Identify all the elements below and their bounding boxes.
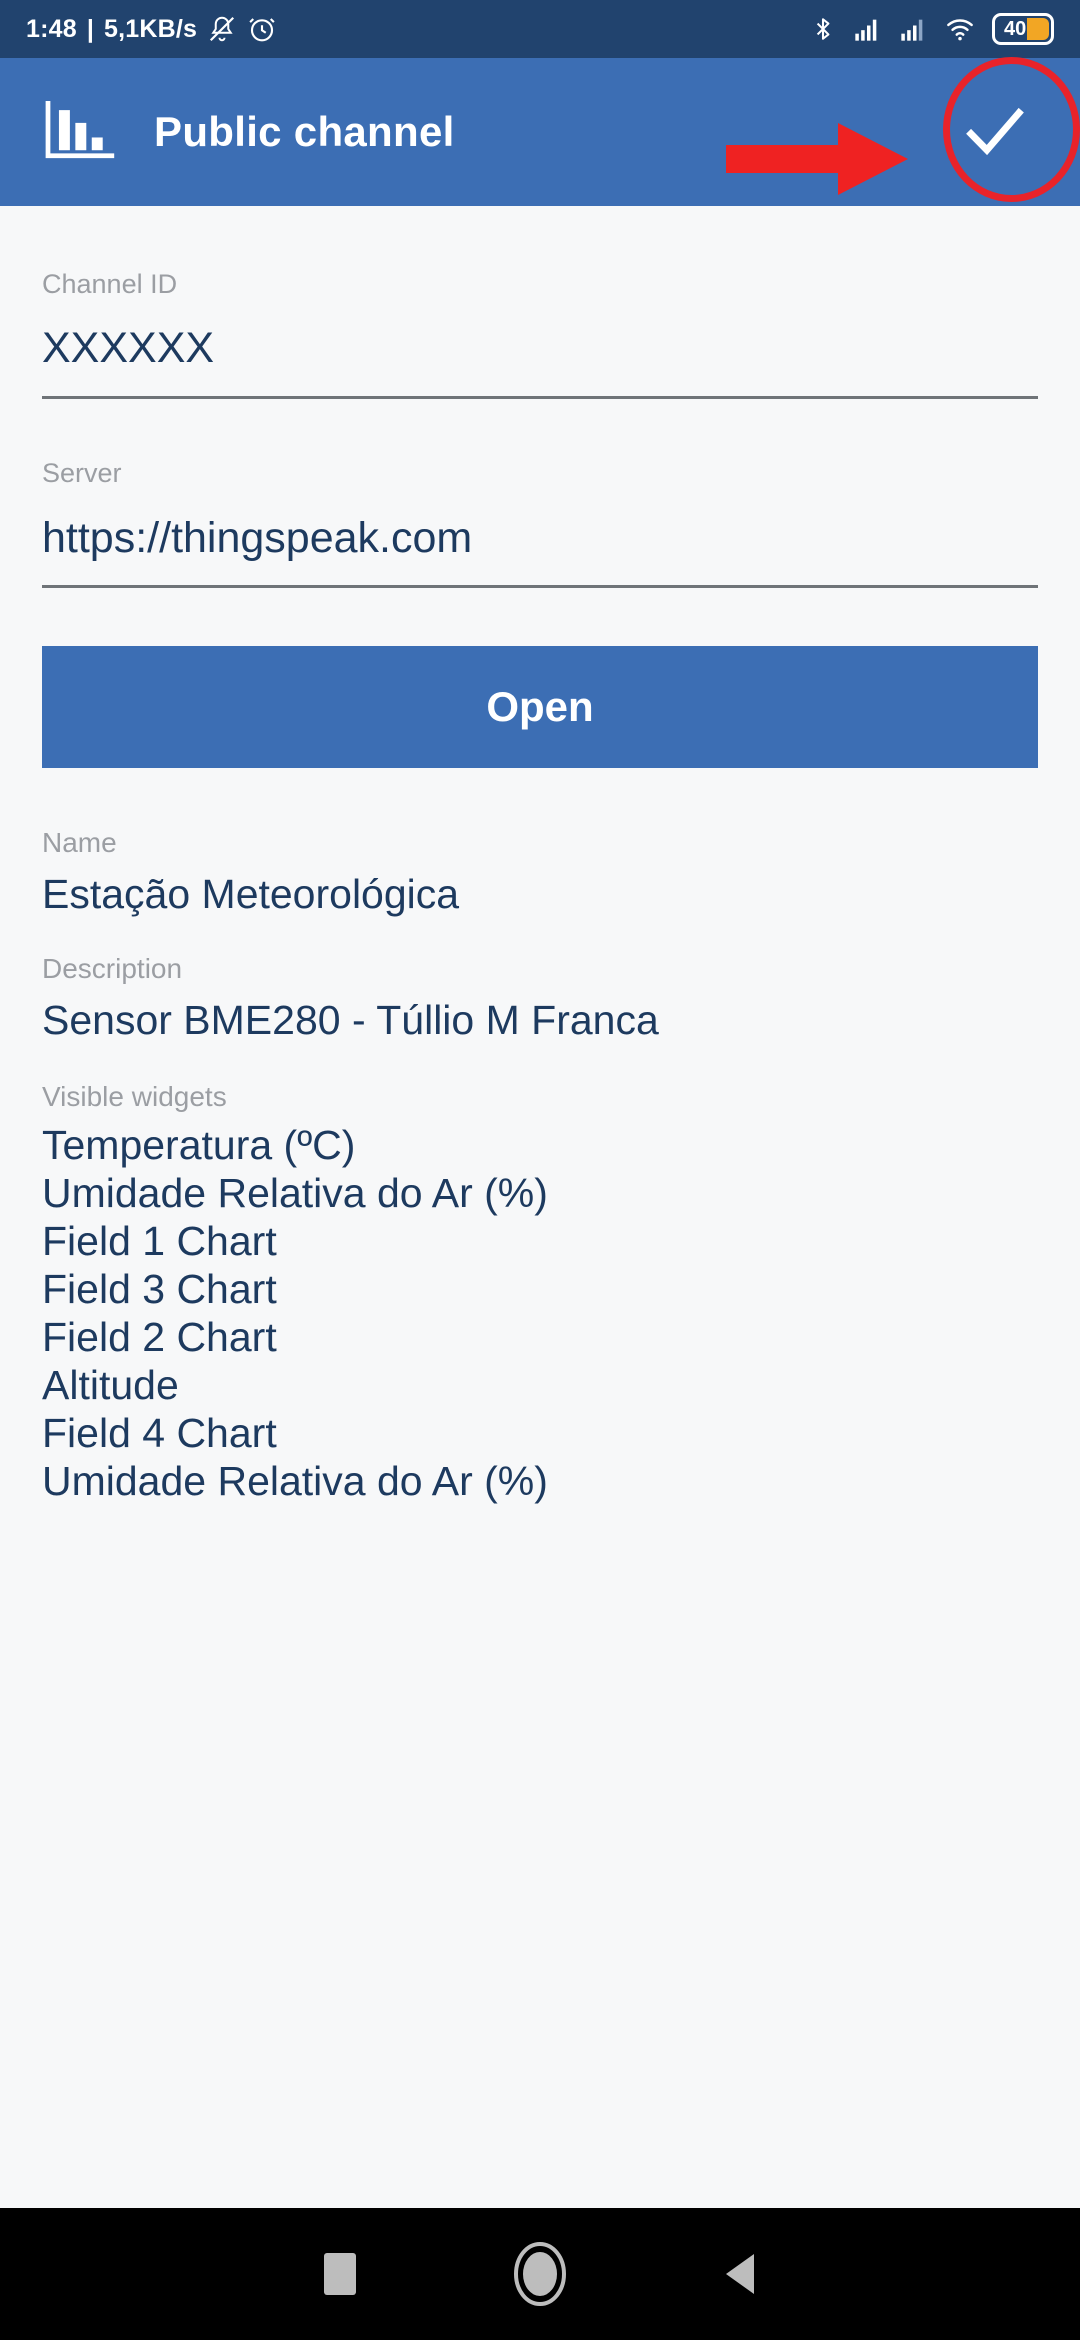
bluetooth-icon xyxy=(810,14,836,44)
visible-widgets-label: Visible widgets xyxy=(42,1080,1038,1114)
status-bar-network-speed: 5,1KB/s xyxy=(104,17,197,42)
square-recents-icon xyxy=(324,2253,356,2295)
channel-description-value: Sensor BME280 - Túllio M Franca xyxy=(42,986,1038,1046)
triangle-back-icon xyxy=(720,2250,760,2298)
list-item: Altitude xyxy=(42,1363,1038,1408)
nav-back-button[interactable] xyxy=(640,2208,840,2340)
status-bar-left: 1:48 | 5,1KB/s xyxy=(26,14,277,44)
list-item: Temperatura (ºC) xyxy=(42,1123,1038,1168)
battery-fill xyxy=(1027,18,1049,40)
nav-recents-button[interactable] xyxy=(240,2208,440,2340)
channel-description-block: Description Sensor BME280 - Túllio M Fra… xyxy=(42,920,1038,1046)
signal-sim2-icon xyxy=(898,15,928,43)
battery-indicator: 40 xyxy=(992,13,1054,45)
main-content: Channel ID XXXXXX Server https://thingsp… xyxy=(0,206,1080,2208)
status-bar: 1:48 | 5,1KB/s xyxy=(0,0,1080,58)
channel-id-label: Channel ID xyxy=(42,268,1038,300)
phone-screen: 1:48 | 5,1KB/s xyxy=(0,0,1080,2340)
list-item: Umidade Relativa do Ar (%) xyxy=(42,1171,1038,1216)
channel-name-value: Estação Meteorológica xyxy=(42,860,1038,920)
visible-widgets-list: Temperatura (ºC) Umidade Relativa do Ar … xyxy=(42,1114,1038,1504)
list-item: Field 4 Chart xyxy=(42,1411,1038,1456)
list-item: Field 2 Chart xyxy=(42,1315,1038,1360)
status-bar-separator: | xyxy=(87,17,94,42)
status-bar-right: 40 xyxy=(810,13,1054,45)
channel-name-block: Name Estação Meteorológica xyxy=(42,768,1038,920)
annotation-arrow-icon xyxy=(726,123,908,195)
app-bar: Public channel xyxy=(0,58,1080,206)
nav-home-button[interactable] xyxy=(440,2208,640,2340)
system-navigation-bar xyxy=(0,2208,1080,2340)
channel-id-input[interactable]: XXXXXX xyxy=(42,300,1038,376)
visible-widgets-block: Visible widgets Temperatura (ºC) Umidade… xyxy=(42,1046,1038,1504)
channel-description-label: Description xyxy=(42,952,1038,986)
list-item: Field 3 Chart xyxy=(42,1267,1038,1312)
signal-sim1-icon xyxy=(852,15,882,43)
alarm-icon xyxy=(247,14,277,44)
server-label: Server xyxy=(42,457,1038,489)
bar-chart-logo-icon xyxy=(42,101,116,163)
list-item: Umidade Relativa do Ar (%) xyxy=(42,1459,1038,1504)
app-bar-title: Public channel xyxy=(154,108,455,156)
server-field[interactable]: Server https://thingspeak.com xyxy=(42,399,1038,588)
channel-name-label: Name xyxy=(42,826,1038,860)
open-button[interactable]: Open xyxy=(42,646,1038,768)
circle-home-icon xyxy=(512,2241,568,2307)
list-item: Field 1 Chart xyxy=(42,1219,1038,1264)
server-underline xyxy=(42,585,1038,588)
battery-level-text: 40 xyxy=(995,19,1026,39)
annotation-circle-highlight xyxy=(943,57,1080,202)
mute-icon xyxy=(207,14,237,44)
channel-id-field[interactable]: Channel ID XXXXXX xyxy=(42,206,1038,399)
status-bar-time: 1:48 xyxy=(26,17,77,42)
wifi-icon xyxy=(944,15,976,43)
server-input[interactable]: https://thingspeak.com xyxy=(42,490,1038,566)
